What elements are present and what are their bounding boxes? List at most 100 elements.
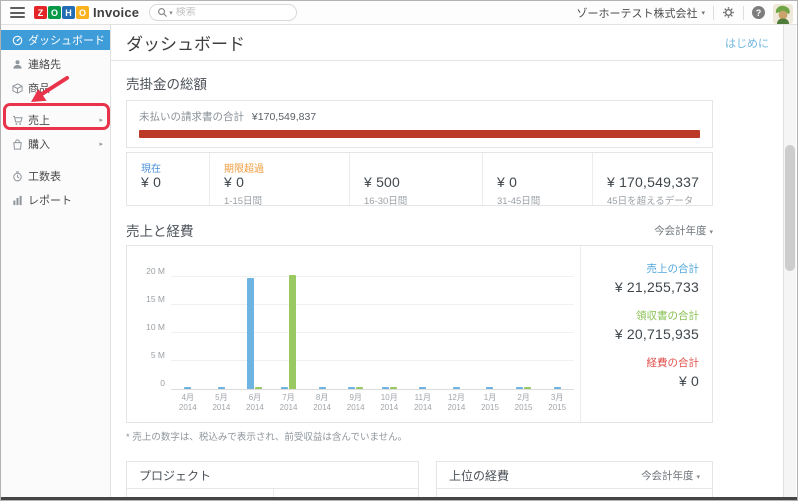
chart-bar-領収書 [524,387,531,389]
aging-bucket-amount: ¥ 170,549,337 [607,174,712,190]
aging-bucket-4: ¥ 170,549,337 45日を超えるデータ [592,153,712,205]
settings-gear-icon[interactable] [722,6,735,19]
expenses-fiscal-year-selector[interactable]: 今会計年度 ▾ [641,468,700,483]
search-box[interactable]: ▾ [149,4,297,21]
sales-icon [12,115,28,126]
project-stat: 54:53未請求の時間 [127,489,273,497]
sidebar-item-contacts[interactable]: 連絡先 [1,54,110,74]
sales-expense-chart-card: 20 M15 M10 M5 M0 4月20145月20146月20147月201… [126,245,713,423]
help-icon[interactable]: ? [752,6,765,19]
dashboard-icon [12,35,28,46]
chart-total-label: 経費の合計 [581,355,699,370]
sidebar-item-timesheet[interactable]: 工数表 [1,166,110,186]
aging-bucket-3: ¥ 031-45日間 [482,153,592,205]
zoho-logo-letter: O [48,6,61,19]
chart-total: 売上の合計¥ 21,255,733 [581,261,699,295]
chart-x-tick-label: 9月2014 [339,393,373,413]
search-input[interactable] [176,7,289,18]
getting-started-link[interactable]: はじめに [725,35,769,51]
chart-month-slot [540,260,574,389]
aging-bucket-amount: ¥ 0 [497,174,592,190]
timesheet-icon [12,171,28,182]
aging-bucket-label: 期限超過 [224,160,349,172]
sidebar-item-items[interactable]: 商品 [1,78,110,98]
scrollbar-thumb[interactable] [785,145,795,271]
chart-totals-panel: 売上の合計¥ 21,255,733 領収書の合計 ¥ 20,715,935 経費の合計… [580,246,712,422]
chart-bar-売上 [382,387,389,389]
chart-month-slot [171,260,205,389]
zoho-logo-letter: Z [34,6,47,19]
chart-total-amount: ¥ 0 [581,373,699,389]
chart-total-label: 領収書の合計 [581,308,699,323]
aging-bucket-2: ¥ 50016-30日間 [349,153,482,205]
dashboard-content: 売掛金の総額 未払いの請求書の合計 ¥170,549,837 現在¥ 0期限超過… [111,73,783,497]
search-icon [157,7,168,18]
chart-total-amount: ¥ 20,715,935 [581,326,699,342]
project-stat: $¥ 0未請求の経費 [273,489,419,497]
chart-x-tick-label: 5月2014 [205,393,239,413]
purchases-icon [12,139,28,150]
chart-x-tick-label: 12月2014 [440,393,474,413]
chart-bar-売上 [184,387,191,389]
chart-month-slot [272,260,306,389]
menu-icon[interactable] [10,7,25,18]
zoho-logo-letter: H [62,6,75,19]
user-avatar[interactable] [773,4,793,24]
aging-bucket-period: 16-30日間 [364,193,482,207]
sidebar-item-label: 工数表 [28,168,61,184]
topbar: ZOHO Invoice ▾ ゾーホーテスト株式会社 ▾ ? [1,1,797,25]
search-scope-caret-icon[interactable]: ▾ [169,9,173,17]
aging-bucket-1: 期限超過¥ 01-15日間 [209,153,349,205]
product-name: Invoice [93,5,139,20]
vertical-scrollbar[interactable] [783,25,796,497]
sidebar-item-purchases[interactable]: 購入 ▸ [1,134,110,154]
chart-bar-売上 [281,387,288,389]
chart-y-tick-label: 20 M [137,266,165,276]
chart-x-axis: 4月20145月20146月20147月20148月20149月201410月2… [171,393,574,413]
chart-bar-領収書 [390,387,397,389]
sidebar-item-label: 売上 [28,112,50,128]
sidebar-item-label: 購入 [28,136,50,152]
org-selector[interactable]: ゾーホーテスト株式会社 ▾ [576,5,705,21]
unpaid-invoices-label: 未払いの請求書の合計 [139,111,244,123]
aging-bucket-amount: ¥ 0 [141,174,209,190]
reports-icon [12,195,28,206]
page-header: ダッシュボード はじめに [111,25,783,61]
chart-bar-売上 [319,387,326,389]
sidebar-item-sales[interactable]: 売上 ▸ [1,110,110,130]
chart-month-slot [205,260,239,389]
chart-y-tick-label: 10 M [137,322,165,332]
chart-x-tick-label: 3月2015 [540,393,574,413]
aging-bucket-label [497,160,592,172]
chart-x-tick-label: 11月2014 [406,393,440,413]
chart-x-tick-label: 8月2014 [305,393,339,413]
chevron-down-icon: ▾ [696,474,700,481]
top-expenses-widget-title: 上位の経費 [449,467,509,484]
chart-month-slot [305,260,339,389]
projects-widget: プロジェクト 54:53未請求の時間$¥ 0未請求の経費 [126,461,419,497]
app-window: ZOHO Invoice ▾ ゾーホーテスト株式会社 ▾ ? ダッシュ [0,0,798,501]
sidebar-item-reports[interactable]: レポート [1,190,110,210]
chart-bar-売上 [419,387,426,389]
chevron-right-icon: ▸ [99,116,103,124]
sidebar: ダッシュボード連絡先商品売上 ▸ 購入 ▸ 工数表レポート [1,25,111,497]
aging-bucket-period: 45日を超えるデータ [607,193,712,207]
chevron-right-icon: ▸ [99,140,103,148]
fiscal-year-selector[interactable]: 今会計年度 ▾ [654,223,713,238]
window-bottom-edge [1,497,797,500]
aging-bucket-0: 現在 ¥ 0 [127,153,209,205]
chart-y-tick-label: 0 [137,378,165,388]
sidebar-item-label: レポート [28,192,72,208]
zoho-logo-letter: O [76,6,89,19]
chart-y-tick-label: 15 M [137,294,165,304]
chart-bar-売上 [453,387,460,389]
chart-x-tick-label: 4月2014 [171,393,205,413]
chart-bar-売上 [554,387,561,389]
chart-bar-売上 [247,278,254,389]
aging-bucket-label: 現在 [141,160,209,172]
chart-bar-領収書 [289,275,296,389]
chart-bar-領収書 [255,387,262,389]
chart-total: 領収書の合計 ¥ 20,715,935 [581,308,699,342]
sidebar-item-dashboard[interactable]: ダッシュボード [1,30,110,50]
zoho-logo[interactable]: ZOHO [34,6,89,19]
